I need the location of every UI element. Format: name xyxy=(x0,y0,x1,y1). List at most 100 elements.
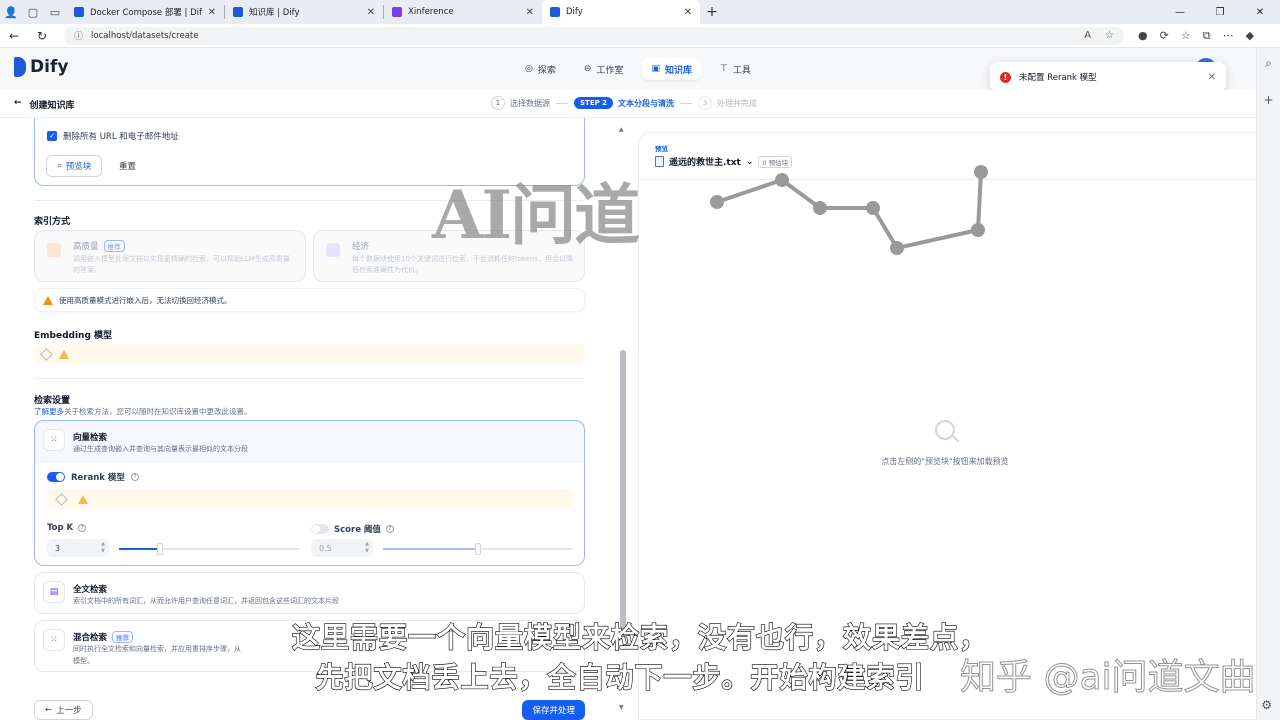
index-high-quality-option[interactable]: 高质量 推荐 调用嵌入模型处理文档以实现更精确的检索，可以帮助LLM生成高质量的… xyxy=(34,230,306,282)
arrow-left-icon: ← xyxy=(14,98,22,108)
extension-icon[interactable]: ● xyxy=(1138,29,1148,43)
rerank-model-selector[interactable] xyxy=(47,489,573,509)
favorite-star-icon[interactable]: ☆ xyxy=(1105,30,1114,41)
help-icon[interactable]: ? xyxy=(78,524,87,532)
back-arrow-icon[interactable]: ← xyxy=(0,24,28,48)
score-toggle[interactable] xyxy=(311,524,329,534)
address-bar-row: ← ↻ ⓘ localhost/datasets/create A ☆ ● ⟳ … xyxy=(0,24,1280,48)
puzzle-icon[interactable]: ⟳ xyxy=(1160,29,1169,43)
zhihu-watermark: 知乎 @ai问道文曲 xyxy=(960,657,1257,699)
step-number: 3 xyxy=(698,96,713,110)
tool-icon: ⊤ xyxy=(719,64,728,74)
gear-icon[interactable]: ⚙ xyxy=(1261,698,1272,712)
fulltext-search-card[interactable]: ▤ 全文检索 索引文档中的所有词汇，从而允许用户查询任意词汇，并返回包含这些词汇… xyxy=(34,572,585,614)
scrollbar[interactable] xyxy=(620,350,626,640)
copilot-icon[interactable]: ◆ xyxy=(1246,29,1254,43)
nav-label: 知识库 xyxy=(664,65,692,76)
rerank-toggle[interactable] xyxy=(47,472,65,482)
url-field[interactable]: ⓘ localhost/datasets/create A ☆ xyxy=(64,26,1124,45)
favorites-icon[interactable]: ☆ xyxy=(1181,29,1191,43)
close-tab-icon[interactable]: ✕ xyxy=(684,7,692,18)
learn-more-link[interactable]: 了解更多 xyxy=(34,407,64,416)
slider-handle[interactable] xyxy=(157,543,163,555)
search-icon[interactable]: ⌕ xyxy=(1265,56,1272,71)
error-toast: ! 未配置 Rerank 模型 ✕ xyxy=(990,62,1226,92)
nav-label: 工作室 xyxy=(596,65,624,76)
slider-handle[interactable] xyxy=(475,543,481,555)
recommend-tag: 推荐 xyxy=(103,240,125,252)
topk-slider[interactable] xyxy=(119,543,299,555)
nav-studio[interactable]: ⊖ 工作室 xyxy=(574,58,634,80)
dify-favicon-icon xyxy=(550,7,560,17)
browser-tab-docker[interactable]: Docker Compose 部署 | Dify ✕ xyxy=(66,0,224,24)
scroll-up-arrow-icon[interactable]: ▲ xyxy=(619,126,624,133)
embedding-title: Embedding 模型 xyxy=(34,331,113,341)
dify-favicon-icon xyxy=(233,7,243,17)
score-input[interactable]: 0.5 ▲ ▼ xyxy=(311,539,373,557)
close-tab-icon[interactable]: ✕ xyxy=(208,7,216,18)
collections-icon[interactable]: ⧉ xyxy=(1203,29,1211,43)
reload-icon[interactable]: ↻ xyxy=(28,24,56,48)
topk-input[interactable]: 3 ▲ ▼ xyxy=(47,539,109,557)
stepper-arrows-icon[interactable]: ▲ ▼ xyxy=(101,541,105,555)
step-label: 选择数据源 xyxy=(510,98,550,108)
xinference-favicon-icon xyxy=(392,7,402,17)
warning-icon xyxy=(59,349,69,359)
nav-knowledge[interactable]: ▣ 知识库 xyxy=(641,58,702,80)
url-actions: A ☆ xyxy=(1084,30,1114,41)
browser-tab-xinference[interactable]: Xinference ✕ xyxy=(384,0,542,24)
save-and-process-button[interactable]: 保存并处理 xyxy=(522,700,585,720)
prev-step-button[interactable]: ← 上一步 xyxy=(34,700,93,720)
score-slider[interactable] xyxy=(383,543,573,555)
nav-explore[interactable]: ◎ 探索 xyxy=(515,58,566,80)
stepper: 1 选择数据源 STEP 2 文本分段与清洗 3 处理并完成 xyxy=(491,96,757,110)
help-icon[interactable]: ? xyxy=(385,525,394,533)
toast-message: 未配置 Rerank 模型 xyxy=(1019,73,1097,83)
step-3: 3 处理并完成 xyxy=(698,96,757,110)
vector-search-title: 向量检索 xyxy=(73,433,108,443)
compass-icon: ◎ xyxy=(525,64,533,74)
browser-tab-dify[interactable]: Dify ✕ xyxy=(542,0,700,24)
index-method-title: 索引方式 xyxy=(34,217,71,227)
remove-urls-checkbox[interactable]: ✓ 删除所有 URL 和电子邮件地址 xyxy=(47,130,179,142)
tab-list-icon[interactable]: ▭ xyxy=(44,0,66,24)
read-aloud-icon[interactable]: A xyxy=(1084,30,1091,41)
close-icon[interactable]: ✕ xyxy=(1208,72,1216,83)
reset-button[interactable]: 重置 xyxy=(119,155,136,177)
close-tab-icon[interactable]: ✕ xyxy=(526,7,534,18)
cube-icon xyxy=(40,347,53,361)
check-icon: ✓ xyxy=(47,131,57,141)
maximize-icon[interactable]: ❐ xyxy=(1200,0,1240,24)
nav-tools[interactable]: ⊤ 工具 xyxy=(710,58,761,80)
close-window-icon[interactable]: ✕ xyxy=(1240,0,1280,24)
add-icon[interactable]: + xyxy=(1263,93,1273,107)
dify-favicon-icon xyxy=(74,7,84,17)
empty-preview-text: 点击左侧的"预览块"按钮来加载预览 xyxy=(881,457,1009,466)
help-icon[interactable]: ? xyxy=(130,473,139,481)
tab-actions-icon[interactable]: ▢ xyxy=(22,0,44,24)
back-to-create[interactable]: ← 创建知识库 xyxy=(14,98,75,111)
retrieval-subtitle-text: 关于检索方法，您可以随时在知识库设置中更改此设置。 xyxy=(64,407,252,416)
site-info-icon[interactable]: ⓘ xyxy=(74,29,83,42)
checkbox-label: 删除所有 URL 和电子邮件地址 xyxy=(63,132,179,142)
scroll-down-arrow-icon[interactable]: ▼ xyxy=(619,704,624,711)
close-tab-icon[interactable]: ✕ xyxy=(367,7,375,18)
vector-search-card[interactable]: ⁙ 向量检索 通过生成查询嵌入并查询与其向量表示最相似的文本分段 Rerank … xyxy=(34,420,585,566)
step-pill: STEP 2 xyxy=(574,97,614,109)
step-label: 文本分段与清洗 xyxy=(618,98,675,108)
preview-chunks-button[interactable]: ⌕ 预览块 xyxy=(46,155,103,177)
watermark-line-graphic xyxy=(710,165,988,255)
form-footer: ← 上一步 保存并处理 xyxy=(34,698,585,720)
new-tab-button[interactable]: + xyxy=(700,4,724,20)
step-divider xyxy=(556,102,568,104)
dify-logo[interactable]: Dify xyxy=(14,57,68,77)
more-menu-icon[interactable]: ⋯ xyxy=(1223,29,1234,43)
stepper-arrows-icon[interactable]: ▲ ▼ xyxy=(365,541,369,555)
step-2: STEP 2 文本分段与清洗 xyxy=(574,97,674,109)
embedding-model-selector[interactable] xyxy=(34,344,585,364)
profile-icon[interactable]: 👤 xyxy=(0,0,22,24)
window-controls: — ❐ ✕ xyxy=(1160,0,1280,24)
browser-tab-knowledge[interactable]: 知识库 | Dify ✕ xyxy=(225,0,383,24)
minimize-icon[interactable]: — xyxy=(1160,0,1200,24)
nav-label: 探索 xyxy=(537,65,556,76)
